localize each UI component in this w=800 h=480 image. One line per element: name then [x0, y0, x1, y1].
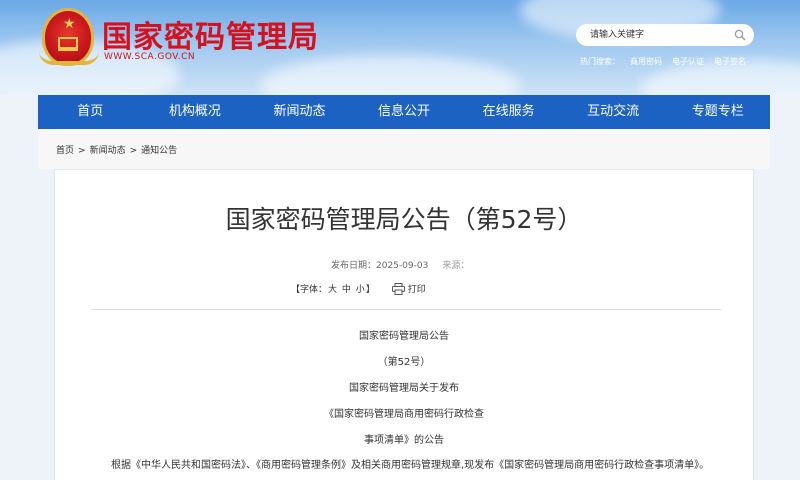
divider [91, 309, 721, 310]
font-size-medium[interactable]: 中 [342, 285, 351, 295]
font-size-large[interactable]: 大 [328, 285, 337, 295]
hot-search: 热门搜索： 商用密码 电子认证 电子签名 [580, 56, 756, 67]
breadcrumb: 首页 > 新闻动态 > 通知公告 [56, 143, 177, 156]
site-header: ★ 国家密码管理局 WWW.SCA.GOV.CN 热门搜索： 商用密码 电子认证 电子… [0, 0, 800, 95]
nav-online-services[interactable]: 在线服务 [456, 95, 561, 129]
article-meta: 发布日期：2025-09-03 来源： [331, 258, 469, 271]
nav-interaction[interactable]: 互动交流 [561, 95, 666, 129]
breadcrumb-news[interactable]: 新闻动态 [90, 146, 126, 156]
nav-organization[interactable]: 机构概况 [143, 95, 248, 129]
site-title[interactable]: 国家密码管理局 [102, 12, 319, 56]
breadcrumb-separator: > [129, 146, 138, 156]
nav-news[interactable]: 新闻动态 [247, 95, 352, 129]
nav-info-disclosure[interactable]: 信息公开 [352, 95, 457, 129]
body-subject-line: 事项清单》的公告 [364, 435, 444, 446]
article-panel: 国家密码管理局公告（第52号） 发布日期：2025-09-03 来源： 【字体：大… [54, 169, 754, 480]
search-input[interactable] [576, 24, 754, 46]
hot-link-e-cert[interactable]: 电子认证 [672, 57, 704, 66]
font-size-close: 】 [365, 285, 375, 295]
breadcrumb-bar: 首页 > 新闻动态 > 通知公告 [38, 129, 770, 169]
site-url: WWW.SCA.GOV.CN [104, 52, 196, 62]
body-number-line: （第52号） [377, 357, 431, 368]
hot-search-label: 热门搜索： [580, 57, 620, 66]
national-emblem-icon: ★ [39, 8, 99, 66]
font-size-label: 【字体： [291, 285, 328, 295]
nav-special-topics[interactable]: 专题专栏 [665, 95, 770, 129]
hot-link-commercial-crypto[interactable]: 商用密码 [630, 57, 662, 66]
publish-date: 发布日期：2025-09-03 [331, 261, 429, 271]
search-icon[interactable] [734, 29, 746, 41]
body-paragraph: 根据《中华人民共和国密码法》、《商用密码管理条例》及相关商用密码管理规章,现发布… [111, 460, 710, 471]
body-subject-line: 国家密码管理局关于发布 [349, 383, 459, 394]
breadcrumb-home[interactable]: 首页 [56, 146, 74, 156]
breadcrumb-notices[interactable]: 通知公告 [141, 146, 177, 156]
article-tools: 【字体：大 中 小】 打印 [291, 282, 426, 295]
body-subject-line: 《国家密码管理局商用密码行政检查 [324, 409, 484, 420]
hot-link-e-signature[interactable]: 电子签名 [714, 57, 746, 66]
main-nav: 首页 机构概况 新闻动态 信息公开 在线服务 互动交流 专题专栏 [38, 95, 770, 129]
source-label: 来源： [442, 261, 470, 271]
nav-home[interactable]: 首页 [38, 95, 143, 129]
breadcrumb-separator: > [78, 146, 86, 156]
printer-icon[interactable] [391, 283, 405, 295]
font-size-small[interactable]: 小 [356, 285, 365, 295]
body-heading-line: 国家密码管理局公告 [359, 331, 449, 342]
article-title: 国家密码管理局公告（第52号） [225, 205, 583, 234]
print-button[interactable]: 打印 [408, 285, 426, 295]
